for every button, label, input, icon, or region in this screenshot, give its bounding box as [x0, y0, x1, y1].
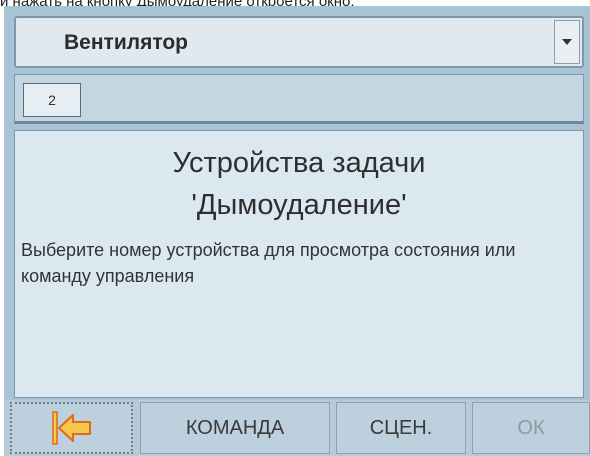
command-button[interactable]: КОМАНДА — [140, 402, 330, 454]
dropdown-selected-value: Вентилятор — [64, 31, 188, 54]
device-screen: Вентилятор 2 Устройства задачи 'Дымоудал… — [4, 6, 590, 456]
bottom-toolbar: КОМАНДА СЦЕН. ОК — [4, 400, 590, 456]
back-button[interactable] — [10, 402, 133, 454]
dropdown-toggle-button[interactable] — [554, 20, 580, 64]
chevron-down-icon — [562, 39, 572, 45]
device-number-strip: 2 — [14, 74, 584, 124]
scene-button[interactable]: СЦЕН. — [336, 402, 466, 454]
ok-button[interactable]: ОК — [472, 402, 590, 454]
device-type-dropdown[interactable]: Вентилятор — [14, 16, 584, 68]
info-panel: Устройства задачи 'Дымоудаление' Выберит… — [14, 130, 584, 398]
panel-description: Выберите номер устройства для просмотра … — [21, 240, 516, 286]
device-number-button[interactable]: 2 — [23, 83, 81, 117]
arrow-left-icon — [51, 411, 91, 445]
panel-title-line2: 'Дымоудаление' — [191, 189, 407, 221]
panel-title-line1: Устройства задачи — [172, 147, 426, 179]
